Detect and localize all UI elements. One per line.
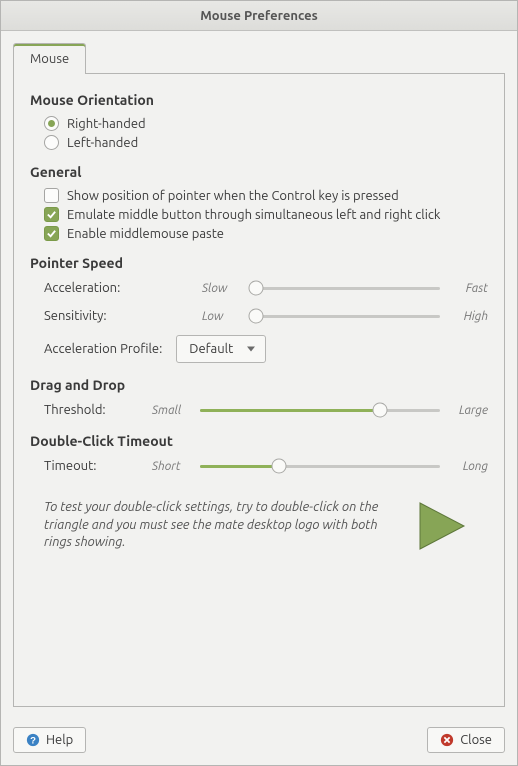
help-label: Help <box>46 733 73 747</box>
section-pointer-speed: Pointer Speed <box>30 255 488 271</box>
help-button[interactable]: ? Help <box>13 727 86 753</box>
radio-left-handed-label: Left-handed <box>67 136 138 150</box>
checkbox-emulate-middle-label: Emulate middle button through simultaneo… <box>67 208 440 222</box>
threshold-min: Small <box>152 404 192 417</box>
double-click-hint: To test your double-click settings, try … <box>44 499 394 552</box>
acceleration-slider[interactable] <box>250 279 440 297</box>
checkbox-show-pointer[interactable] <box>44 188 59 203</box>
acceleration-min: Slow <box>202 282 242 295</box>
checkbox-enable-paste[interactable] <box>44 226 59 241</box>
double-click-test-triangle[interactable] <box>414 499 468 553</box>
radio-right-handed[interactable] <box>44 116 59 131</box>
close-icon <box>440 733 454 747</box>
checkbox-enable-paste-label: Enable middlemouse paste <box>67 227 224 241</box>
threshold-label: Threshold: <box>44 403 144 417</box>
timeout-min: Short <box>152 460 192 473</box>
threshold-slider[interactable] <box>200 401 440 419</box>
timeout-slider[interactable] <box>200 457 440 475</box>
tabbar: Mouse <box>13 43 505 74</box>
content-area: Mouse Mouse Orientation Right-handed Lef… <box>1 31 517 719</box>
accel-profile-value: Default <box>189 342 233 356</box>
svg-text:?: ? <box>30 736 36 747</box>
window-title: Mouse Preferences <box>200 9 318 23</box>
close-button[interactable]: Close <box>427 727 505 753</box>
footer: ? Help Close <box>1 719 517 765</box>
checkbox-emulate-middle[interactable] <box>44 207 59 222</box>
timeout-label: Timeout: <box>44 459 144 473</box>
close-label: Close <box>460 733 492 747</box>
tab-panel: Mouse Orientation Right-handed Left-hand… <box>13 73 505 707</box>
sensitivity-label: Sensitivity: <box>44 309 194 323</box>
titlebar: Mouse Preferences <box>1 1 517 31</box>
threshold-max: Large <box>448 404 488 417</box>
help-icon: ? <box>26 733 40 747</box>
checkbox-show-pointer-label: Show position of pointer when the Contro… <box>67 189 399 203</box>
mouse-preferences-window: Mouse Preferences Mouse Mouse Orientatio… <box>0 0 518 766</box>
radio-left-handed[interactable] <box>44 135 59 150</box>
acceleration-label: Acceleration: <box>44 281 194 295</box>
acceleration-max: Fast <box>448 282 488 295</box>
section-mouse-orientation: Mouse Orientation <box>30 92 488 108</box>
accel-profile-label: Acceleration Profile: <box>44 342 162 356</box>
tab-label: Mouse <box>30 52 69 66</box>
accel-profile-select[interactable]: Default <box>176 335 266 363</box>
tab-mouse[interactable]: Mouse <box>13 43 86 74</box>
sensitivity-min: Low <box>202 310 242 323</box>
sensitivity-max: High <box>448 310 488 323</box>
sensitivity-slider[interactable] <box>250 307 440 325</box>
section-general: General <box>30 164 488 180</box>
section-double-click: Double-Click Timeout <box>30 433 488 449</box>
timeout-max: Long <box>448 460 488 473</box>
radio-right-handed-label: Right-handed <box>67 117 146 131</box>
section-drag-and-drop: Drag and Drop <box>30 377 488 393</box>
